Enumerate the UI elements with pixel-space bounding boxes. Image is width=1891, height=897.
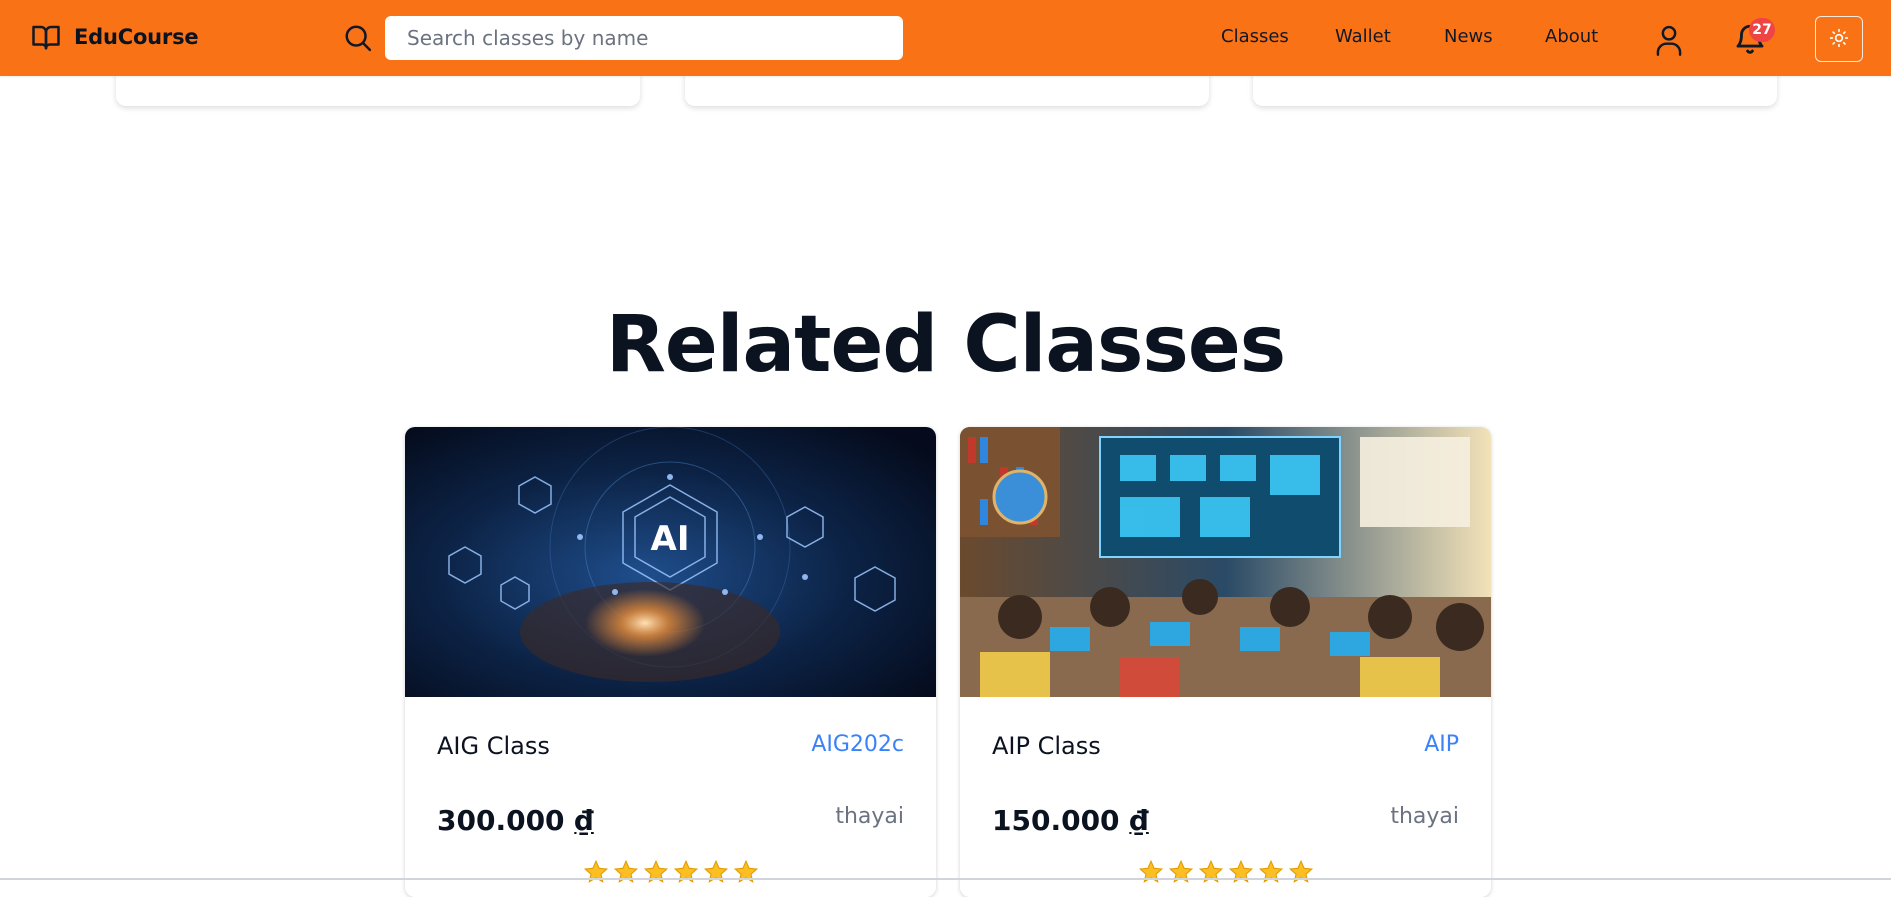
class-price: 150.000 ₫	[992, 804, 1149, 837]
notification-count-badge: 27	[1749, 18, 1775, 42]
teacher-name: thayai	[835, 804, 904, 829]
star-icon	[1288, 859, 1313, 883]
book-open-icon	[30, 22, 62, 52]
class-code[interactable]: AIG202c	[811, 732, 904, 757]
top-navbar: EduCourse Classes Wallet News About 27	[0, 0, 1891, 76]
star-icon	[583, 859, 608, 883]
class-thumbnail	[960, 427, 1491, 697]
nav-link-about[interactable]: About	[1545, 26, 1598, 47]
notification-button[interactable]: 27	[1733, 18, 1775, 56]
user-icon[interactable]	[1654, 24, 1684, 60]
class-code[interactable]: AIP	[1424, 732, 1459, 757]
star-icon	[1138, 859, 1163, 883]
currency-symbol: ₫	[574, 804, 594, 837]
svg-text:AI: AI	[651, 519, 690, 559]
price-amount: 300.000	[437, 804, 565, 837]
rating-stars	[960, 859, 1491, 889]
class-name: AIP Class	[992, 732, 1101, 760]
nav-link-news[interactable]: News	[1444, 26, 1493, 47]
nav-link-classes[interactable]: Classes	[1221, 26, 1289, 47]
star-icon	[703, 859, 728, 883]
star-icon	[1168, 859, 1193, 883]
theme-toggle-button[interactable]	[1815, 16, 1863, 62]
price-amount: 150.000	[992, 804, 1120, 837]
star-icon	[1258, 859, 1283, 883]
class-thumbnail: AI	[405, 427, 936, 697]
brand-logo[interactable]: EduCourse	[30, 22, 199, 52]
bell-icon	[1733, 24, 1767, 60]
rating-stars	[405, 859, 936, 889]
class-card[interactable]: AI AIG Class AIG202c 300.000 ₫ thayai	[405, 427, 936, 897]
star-icon	[643, 859, 668, 883]
class-card[interactable]: AIP Class AIP 150.000 ₫ thayai	[960, 427, 1491, 897]
search-input[interactable]	[385, 16, 903, 60]
nav-link-wallet[interactable]: Wallet	[1335, 26, 1391, 47]
currency-symbol: ₫	[1129, 804, 1149, 837]
star-icon	[1198, 859, 1223, 883]
star-icon	[613, 859, 638, 883]
sun-icon	[1829, 28, 1849, 51]
brand-name: EduCourse	[74, 25, 199, 49]
search-icon[interactable]	[343, 23, 373, 57]
star-icon	[673, 859, 698, 883]
star-icon	[1228, 859, 1253, 883]
star-icon	[733, 859, 758, 883]
section-title: Related Classes	[605, 300, 1286, 390]
class-price: 300.000 ₫	[437, 804, 594, 837]
class-name: AIG Class	[437, 732, 550, 760]
teacher-name: thayai	[1390, 804, 1459, 829]
